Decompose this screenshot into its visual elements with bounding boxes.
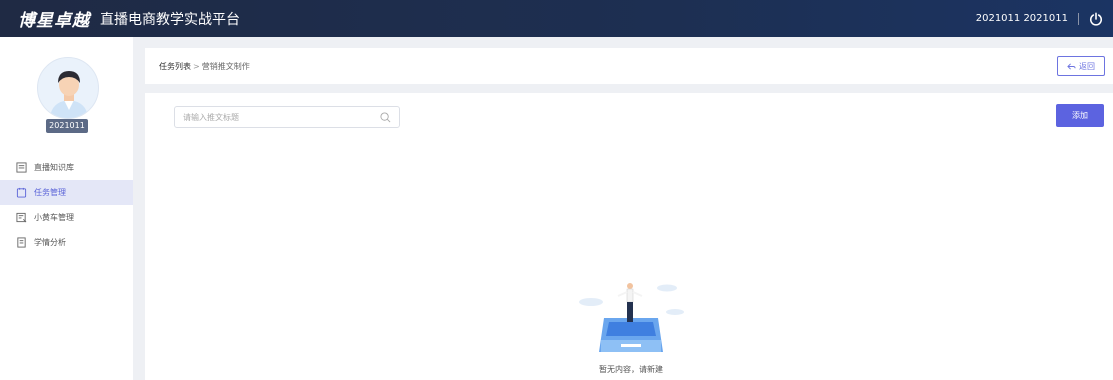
report-icon: [17, 237, 26, 248]
top-header: 博星卓越 直播电商教学实战平台 2021011 2021011: [0, 0, 1113, 37]
sidebar-nav: 直播知识库 任务管理 小黄车管理 学情分析: [0, 155, 133, 255]
avatar-illustration-icon: [50, 71, 88, 118]
empty-state-illustration-icon: [579, 283, 684, 352]
logout-power-icon[interactable]: [1089, 12, 1103, 26]
header-divider: [1078, 12, 1079, 25]
task-icon: [16, 187, 27, 198]
avatar: [37, 57, 99, 119]
sidebar-item-task-management[interactable]: 任务管理: [0, 180, 133, 205]
sidebar: 2021011 直播知识库 任务管理 小黄车管理 学情分析: [0, 37, 133, 380]
search-placeholder: 请输入推文标题: [183, 112, 239, 122]
brand-logo: 博星卓越: [18, 11, 90, 31]
search-input[interactable]: 请输入推文标题: [174, 106, 400, 128]
platform-title: 直播电商教学实战平台: [100, 11, 240, 28]
empty-state-text: 暂无内容，请新建: [599, 365, 663, 374]
cart-list-icon: [16, 212, 27, 223]
main-panel: 请输入推文标题 添加 暂无内容，请新建: [145, 93, 1113, 380]
search-icon[interactable]: [380, 112, 391, 123]
back-arrow-icon: [1067, 62, 1076, 70]
sidebar-item-label: 学情分析: [34, 238, 66, 247]
sidebar-item-label: 任务管理: [34, 188, 66, 197]
user-name[interactable]: 2021011 2021011: [976, 13, 1068, 24]
breadcrumb-parent[interactable]: 任务列表: [159, 61, 191, 72]
sidebar-item-cart-management[interactable]: 小黄车管理: [0, 205, 133, 230]
sidebar-item-label: 直播知识库: [34, 163, 74, 172]
breadcrumb-current: 营销推文制作: [201, 61, 250, 71]
back-button[interactable]: 返回: [1057, 56, 1105, 76]
user-area: 2021011 2021011: [976, 12, 1103, 26]
breadcrumb-separator: >: [193, 61, 200, 71]
book-icon: [16, 162, 27, 173]
add-button[interactable]: 添加: [1056, 104, 1104, 127]
user-id-badge: 2021011: [46, 119, 88, 133]
sidebar-item-learning-analysis[interactable]: 学情分析: [0, 230, 133, 255]
breadcrumb: 任务列表 > 营销推文制作 返回: [145, 48, 1113, 84]
sidebar-item-knowledge-base[interactable]: 直播知识库: [0, 155, 133, 180]
sidebar-item-label: 小黄车管理: [34, 213, 74, 222]
back-button-label: 返回: [1079, 61, 1095, 71]
